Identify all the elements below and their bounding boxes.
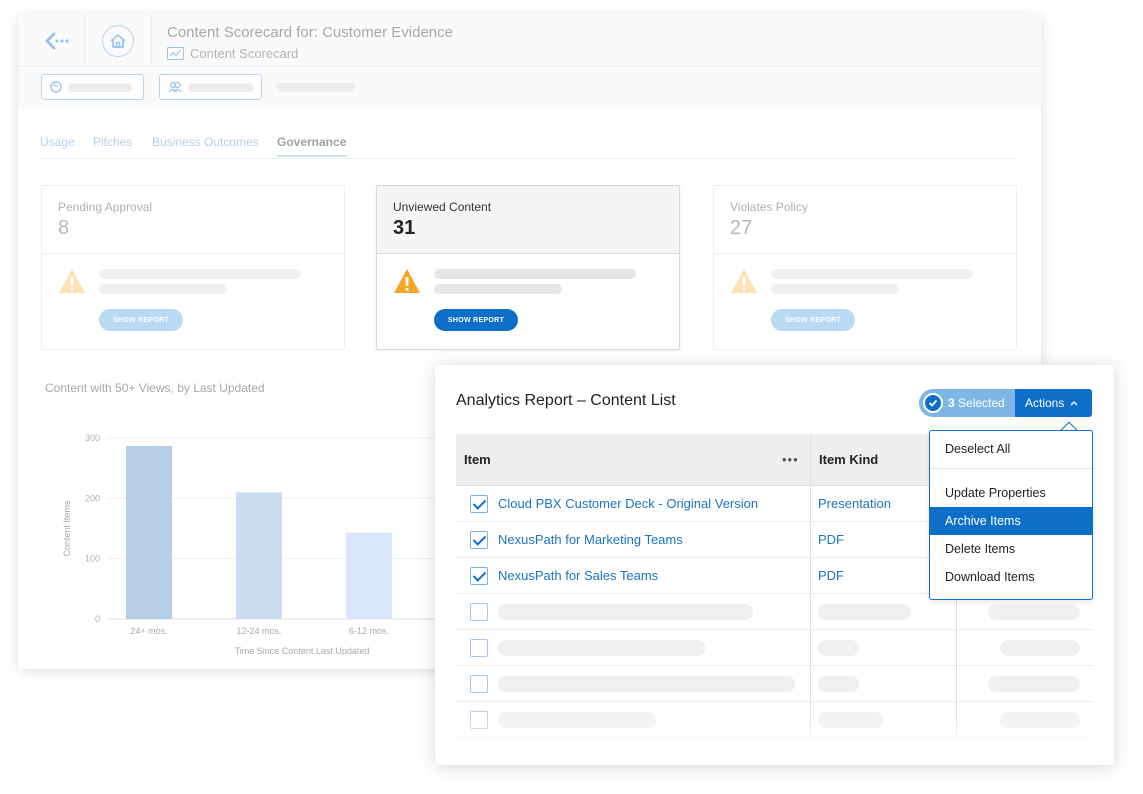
actions-button[interactable]: Actions — [1015, 389, 1092, 417]
chart-title: Content with 50+ Views, by Last Updated — [45, 381, 265, 395]
column-header-item-kind[interactable]: Item Kind — [819, 434, 878, 486]
row-checkbox[interactable] — [470, 603, 488, 621]
filter-pill-region[interactable] — [41, 74, 144, 100]
placeholder-row — [456, 630, 1093, 666]
warning-icon — [731, 269, 757, 293]
tab-governance[interactable]: Governance — [277, 135, 347, 157]
card-label: Violates Policy — [730, 200, 808, 214]
menu-item-deselect-all[interactable]: Deselect All — [930, 435, 1092, 463]
bar — [126, 445, 172, 619]
filter-bar — [18, 68, 1041, 108]
home-button[interactable] — [102, 25, 134, 57]
bar — [236, 492, 282, 619]
menu-item-update-properties[interactable]: Update Properties — [930, 479, 1092, 507]
subtitle-label: Content Scorecard — [190, 46, 299, 61]
scorecard-icon — [167, 47, 184, 60]
card-violates-policy: Violates Policy 27 SHOW REPORT — [713, 185, 1017, 350]
y-tick-label: 200 — [85, 493, 100, 503]
bar — [346, 532, 392, 619]
item-link[interactable]: NexusPath for Marketing Teams — [498, 522, 683, 558]
row-checkbox[interactable] — [470, 495, 488, 513]
card-label: Unviewed Content — [393, 200, 492, 214]
filter-pill-audience[interactable] — [159, 74, 262, 100]
item-kind: PDF — [818, 568, 844, 583]
users-icon — [168, 81, 182, 93]
menu-item-download-items[interactable]: Download Items — [930, 563, 1092, 591]
header-divider — [151, 15, 152, 67]
item-kind: PDF — [818, 532, 844, 547]
column-header-item[interactable]: Item — [464, 434, 491, 486]
selected-count: 3 — [948, 396, 955, 410]
card-unviewed-content: Unviewed Content 31 SHOW REPORT — [376, 185, 680, 350]
y-tick-label: 0 — [95, 614, 100, 624]
item-link[interactable]: NexusPath for Sales Teams — [498, 558, 658, 594]
card-value: 8 — [58, 217, 70, 239]
more-options-icon[interactable]: ••• — [782, 434, 799, 486]
placeholder-row — [456, 666, 1093, 702]
show-report-button[interactable]: SHOW REPORT — [434, 309, 518, 331]
tab-pitches[interactable]: Pitches — [93, 135, 132, 149]
warning-icon — [394, 269, 420, 293]
row-checkbox[interactable] — [470, 531, 488, 549]
card-value: 31 — [393, 217, 416, 239]
page-title: Content Scorecard for: Customer Evidence — [167, 24, 453, 41]
globe-icon — [50, 81, 62, 93]
page-subtitle: Content Scorecard — [167, 46, 298, 61]
selection-controls: 3 Selected Actions — [919, 389, 1092, 417]
selected-label: Selected — [958, 396, 1005, 410]
menu-divider — [930, 468, 1092, 469]
chevron-up-icon — [1070, 401, 1078, 406]
x-axis-label: Time Since Content Last Updated — [235, 646, 370, 655]
item-link[interactable]: Cloud PBX Customer Deck - Original Versi… — [498, 486, 758, 522]
item-kind: Presentation — [818, 496, 891, 511]
tab-business-outcomes[interactable]: Business Outcomes — [152, 135, 259, 149]
y-tick-label: 100 — [85, 554, 100, 564]
y-axis-label: Content Items — [62, 500, 72, 557]
table-fade — [435, 705, 1114, 765]
actions-menu: Deselect All Update Properties Archive I… — [929, 430, 1093, 600]
header-divider — [84, 15, 85, 67]
row-checkbox[interactable] — [470, 675, 488, 693]
home-icon — [110, 34, 126, 48]
menu-item-archive-items[interactable]: Archive Items — [930, 507, 1092, 535]
y-tick-label: 300 — [85, 433, 100, 443]
x-tick-label: 6-12 mos. — [349, 626, 389, 636]
selected-count-badge[interactable]: 3 Selected — [919, 389, 1015, 417]
filter-placeholder — [276, 83, 356, 92]
window-header: Content Scorecard for: Customer Evidence… — [18, 15, 1041, 67]
card-pending-approval: Pending Approval 8 SHOW REPORT — [41, 185, 345, 350]
menu-item-delete-items[interactable]: Delete Items — [930, 535, 1092, 563]
check-circle-icon — [923, 393, 943, 413]
show-report-button[interactable]: SHOW REPORT — [771, 309, 855, 331]
x-tick-label: 12-24 mos. — [236, 626, 281, 636]
tab-bar: Usage Pitches Business Outcomes Governan… — [40, 135, 1017, 159]
back-arrow-icon[interactable] — [42, 27, 70, 55]
card-value: 27 — [730, 217, 753, 239]
row-checkbox[interactable] — [470, 567, 488, 585]
tab-usage[interactable]: Usage — [40, 135, 75, 149]
row-checkbox[interactable] — [470, 639, 488, 657]
x-tick-label: 24+ mos. — [130, 626, 167, 636]
bar-chart: 0 100 200 300 24+ mos. 12-24 mos. 6-12 mos. Tim… — [62, 433, 446, 655]
actions-label: Actions — [1025, 396, 1065, 410]
show-report-button[interactable]: SHOW REPORT — [99, 309, 183, 331]
panel-title: Analytics Report – Content List — [456, 392, 676, 409]
card-label: Pending Approval — [58, 200, 153, 214]
warning-icon — [59, 269, 85, 293]
